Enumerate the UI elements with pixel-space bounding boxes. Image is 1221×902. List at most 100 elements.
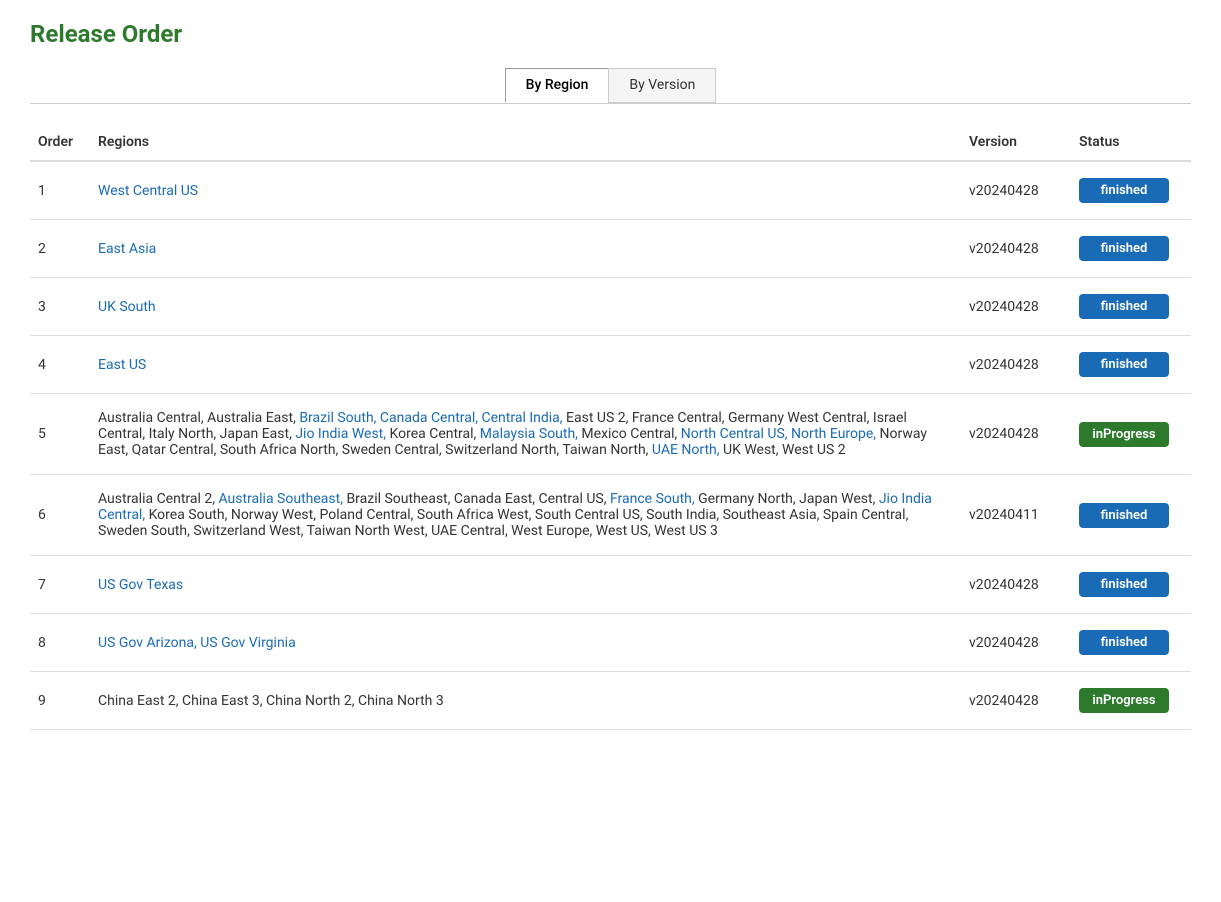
header-version: Version — [961, 124, 1071, 161]
cell-status: inProgress — [1071, 394, 1191, 475]
release-order-table: Order Regions Version Status 1 West Centr… — [30, 124, 1191, 730]
region-link[interactable]: UAE North, — [652, 442, 723, 458]
tab-by-version[interactable]: By Version — [608, 68, 716, 103]
cell-status: finished — [1071, 220, 1191, 278]
region-text: China East 3, — [182, 693, 266, 709]
divider — [30, 103, 1191, 104]
cell-status: inProgress — [1071, 672, 1191, 730]
cell-version: v20240428 — [961, 220, 1071, 278]
cell-status: finished — [1071, 556, 1191, 614]
cell-status: finished — [1071, 278, 1191, 336]
status-badge: finished — [1079, 294, 1169, 319]
table-row: 7 US Gov Texas v20240428 finished — [30, 556, 1191, 614]
table-row: 3 UK South v20240428 finished — [30, 278, 1191, 336]
table-row: 1West Central USv20240428finished — [30, 161, 1191, 220]
status-badge: finished — [1079, 352, 1169, 377]
region-text: Korea Central, — [390, 426, 480, 442]
table-row: 5Australia Central, Australia East, Braz… — [30, 394, 1191, 475]
region-text: Sweden Central, — [342, 442, 445, 458]
region-text: Canada East, — [454, 491, 539, 507]
cell-status: finished — [1071, 614, 1191, 672]
cell-order: 1 — [30, 161, 90, 220]
region-link[interactable]: North Central US, — [681, 426, 791, 442]
region-link[interactable]: East US — [98, 357, 146, 373]
tab-by-region[interactable]: By Region — [505, 68, 609, 103]
page-title: Release Order — [30, 20, 1191, 48]
cell-order: 9 — [30, 672, 90, 730]
table-wrapper: Order Regions Version Status 1 West Centr… — [30, 124, 1191, 730]
tabs-container: By Region By Version — [30, 68, 1191, 103]
cell-status: finished — [1071, 475, 1191, 556]
region-link[interactable]: US Gov Arizona, — [98, 635, 200, 651]
cell-version: v20240428 — [961, 278, 1071, 336]
region-text: Taiwan North, — [562, 442, 652, 458]
region-text: UK West, — [723, 442, 782, 458]
cell-version: v20240428 — [961, 556, 1071, 614]
region-link[interactable]: Central India, — [482, 410, 567, 426]
region-text: UAE Central, — [431, 523, 511, 539]
cell-status: finished — [1071, 336, 1191, 394]
cell-order: 7 — [30, 556, 90, 614]
cell-regions: US Gov Arizona, US Gov Virginia — [90, 614, 961, 672]
region-link[interactable]: West Central US — [98, 183, 198, 199]
cell-order: 6 — [30, 475, 90, 556]
table-header-row: Order Regions Version Status — [30, 124, 1191, 161]
region-text: Brazil Southeast, — [346, 491, 453, 507]
region-link[interactable]: US Gov Virginia — [200, 635, 295, 651]
header-status: Status — [1071, 124, 1191, 161]
region-link[interactable]: UK South — [98, 299, 156, 315]
region-text: Australia East, — [207, 410, 299, 426]
region-link[interactable]: Brazil South, — [299, 410, 380, 426]
region-link[interactable]: North Europe, — [791, 426, 879, 442]
cell-regions: UK South — [90, 278, 961, 336]
status-badge: inProgress — [1079, 688, 1169, 713]
table-row: 4East USv20240428finished — [30, 336, 1191, 394]
table-row: 6Australia Central 2, Australia Southeas… — [30, 475, 1191, 556]
region-text: South Africa West, — [417, 507, 535, 523]
region-link[interactable]: Jio India West, — [295, 426, 389, 442]
region-link[interactable]: US Gov Texas — [98, 577, 183, 593]
region-text: China North 2, — [266, 693, 358, 709]
region-text: West US, — [596, 523, 655, 539]
cell-regions: US Gov Texas — [90, 556, 961, 614]
cell-order: 3 — [30, 278, 90, 336]
region-text: Southeast Asia, — [723, 507, 823, 523]
region-text: China East 2, — [98, 693, 182, 709]
region-text: Switzerland North, — [445, 442, 562, 458]
cell-regions: China East 2, China East 3, China North … — [90, 672, 961, 730]
status-badge: finished — [1079, 178, 1169, 203]
table-row: 2 East Asia v20240428finished — [30, 220, 1191, 278]
region-text: Germany West Central, — [728, 410, 873, 426]
table-body: 1West Central USv20240428finished2East A… — [30, 161, 1191, 730]
region-text: West Europe, — [511, 523, 596, 539]
region-text: Australia Central, — [98, 410, 207, 426]
cell-regions: East US — [90, 336, 961, 394]
cell-regions: Australia Central, Australia East, Brazi… — [90, 394, 961, 475]
region-link[interactable]: East Asia — [98, 241, 156, 257]
region-text: South Africa North, — [220, 442, 342, 458]
region-text: Japan East, — [220, 426, 296, 442]
region-link[interactable]: France South, — [610, 491, 698, 507]
region-text: West US 3 — [654, 523, 718, 539]
cell-version: v20240428 — [961, 614, 1071, 672]
region-text: Japan West, — [799, 491, 879, 507]
region-text: Qatar Central, — [132, 442, 220, 458]
region-text: Norway West, — [231, 507, 320, 523]
cell-regions: West Central US — [90, 161, 961, 220]
region-link[interactable]: Australia Southeast, — [218, 491, 346, 507]
cell-order: 5 — [30, 394, 90, 475]
region-link[interactable]: Malaysia South, — [480, 426, 582, 442]
cell-version: v20240428 — [961, 336, 1071, 394]
region-text: West US 2 — [782, 442, 846, 458]
cell-order: 2 — [30, 220, 90, 278]
cell-version: v20240428 — [961, 394, 1071, 475]
region-link[interactable]: Canada Central, — [380, 410, 482, 426]
status-badge: finished — [1079, 572, 1169, 597]
status-badge: finished — [1079, 503, 1169, 528]
cell-order: 8 — [30, 614, 90, 672]
cell-regions: East Asia — [90, 220, 961, 278]
status-badge: inProgress — [1079, 422, 1169, 447]
header-order: Order — [30, 124, 90, 161]
region-text: South Central US, — [535, 507, 646, 523]
cell-version: v20240428 — [961, 672, 1071, 730]
